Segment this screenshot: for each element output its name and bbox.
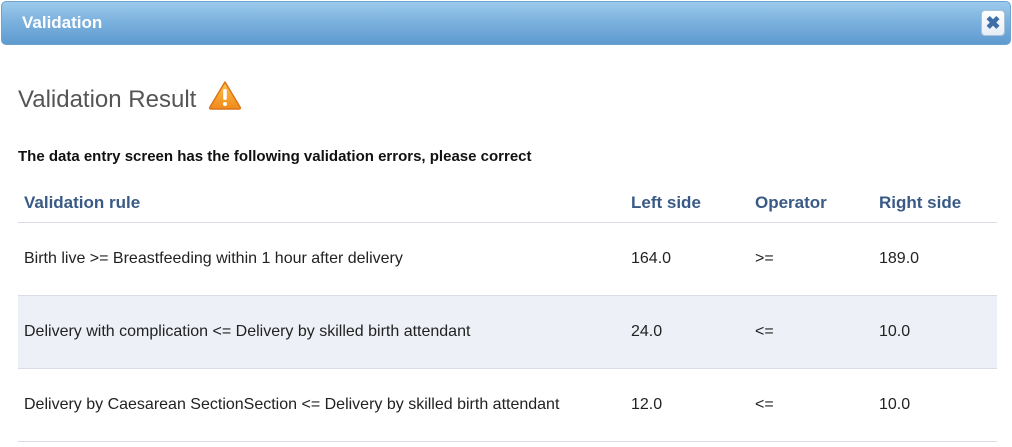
table-row: Delivery with complication <= Delivery b… <box>18 295 997 369</box>
validation-dialog: Validation ✖ Validation Result The data … <box>0 0 1012 447</box>
operator-cell: <= <box>749 295 873 369</box>
result-heading: Validation Result <box>18 78 998 122</box>
operator-cell: <= <box>749 368 873 442</box>
table-header-row: Validation rule Left side Operator Right… <box>18 184 997 223</box>
operator-cell: >= <box>749 222 873 296</box>
close-button[interactable]: ✖ <box>981 10 1005 36</box>
header-operator: Operator <box>749 184 873 223</box>
result-title: Validation Result <box>18 86 197 113</box>
right-side-cell: 189.0 <box>873 222 997 296</box>
table-row: Delivery by Caesarean SectionSection <= … <box>18 368 997 442</box>
validation-results-table: Validation rule Left side Operator Right… <box>18 184 997 442</box>
right-side-cell: 10.0 <box>873 368 997 442</box>
warning-triangle-icon <box>209 81 242 110</box>
dialog-titlebar[interactable]: Validation ✖ <box>1 1 1011 45</box>
validation-intro-text: The data entry screen has the following … <box>18 148 532 165</box>
left-side-cell: 164.0 <box>625 222 749 296</box>
rule-cell: Delivery with complication <= Delivery b… <box>18 295 625 369</box>
close-icon: ✖ <box>985 13 1001 33</box>
header-right-side: Right side <box>873 184 997 223</box>
right-side-cell: 10.0 <box>873 295 997 369</box>
rule-cell: Delivery by Caesarean SectionSection <= … <box>18 368 625 442</box>
table-row: Birth live >= Breastfeeding within 1 hou… <box>18 222 997 296</box>
dialog-title: Validation <box>22 13 103 32</box>
header-validation-rule: Validation rule <box>18 184 625 223</box>
rule-cell: Birth live >= Breastfeeding within 1 hou… <box>18 222 625 296</box>
dialog-content: Validation Result The data entry screen … <box>18 78 998 442</box>
left-side-cell: 24.0 <box>625 295 749 369</box>
header-left-side: Left side <box>625 184 749 223</box>
left-side-cell: 12.0 <box>625 368 749 442</box>
